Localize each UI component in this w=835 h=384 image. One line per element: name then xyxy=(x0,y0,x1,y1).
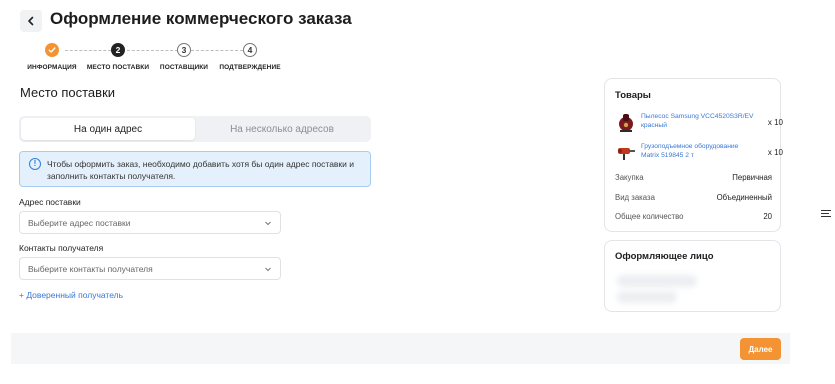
delivery-tabs: На один адрес На несколько адресов xyxy=(19,116,371,142)
detail-key: Вид заказа xyxy=(615,193,655,202)
tab-multiple-addresses[interactable]: На несколько адресов xyxy=(195,118,369,140)
tab-single-address[interactable]: На один адрес xyxy=(21,118,195,140)
footer-bar xyxy=(11,333,790,364)
detail-key: Общее количество xyxy=(615,212,684,221)
step-number: 3 xyxy=(177,43,191,57)
step-label: ПОДТВЕРЖДЕНИЕ xyxy=(219,64,281,71)
blurred-text xyxy=(617,275,697,287)
next-button[interactable]: Далее xyxy=(740,338,781,360)
contacts-select[interactable]: Выберите контакты получателя xyxy=(19,257,281,280)
chevron-down-icon xyxy=(265,221,271,225)
detail-value: Объединенный xyxy=(716,193,772,202)
section-title: Место поставки xyxy=(20,85,116,100)
product-name-line: Matrix 519845 2 т xyxy=(641,151,694,159)
detail-row: Закупка Первичная xyxy=(615,173,772,182)
step-number: 2 xyxy=(111,43,125,57)
add-trusted-recipient-link[interactable]: + Доверенный получатель xyxy=(19,290,123,300)
info-text-line2: заполнить контакты получателя. xyxy=(47,171,176,181)
info-icon: ! xyxy=(29,158,41,170)
goods-card: Товары Пылесос Samsung VCC4520S3R/EV кра… xyxy=(604,78,783,232)
product-name-line: Грузоподъемное оборудование xyxy=(641,143,739,150)
product-name[interactable]: Пылесос Samsung VCC4520S3R/EV красный xyxy=(641,113,756,130)
stepper: ИНФОРМАЦИЯ 2 МЕСТО ПОСТАВКИ 3 ПОСТАВЩИКИ… xyxy=(20,43,290,73)
product-item: Грузоподъемное оборудование Matrix 51984… xyxy=(615,141,783,163)
detail-value: 20 xyxy=(763,212,772,221)
issuer-title: Оформляющее лицо xyxy=(615,251,714,262)
detail-value: Первичная xyxy=(732,173,772,182)
detail-row: Общее количество 20 xyxy=(615,212,772,221)
info-text-line1: Чтобы оформить заказ, необходимо добавит… xyxy=(47,159,355,169)
product-item: Пылесос Samsung VCC4520S3R/EV красный x … xyxy=(615,111,783,133)
issuer-card: Оформляющее лицо xyxy=(604,240,781,312)
product-name-line: Пылесос Samsung VCC4520S3R/EV xyxy=(641,113,754,120)
step-confirmation[interactable]: 4 ПОДТВЕРЖДЕНИЕ xyxy=(210,43,290,71)
contacts-placeholder: Выберите контакты получателя xyxy=(28,263,153,274)
chevron-down-icon xyxy=(265,267,271,271)
product-qty: x 10 xyxy=(767,148,783,157)
contacts-label: Контакты получателя xyxy=(19,243,104,253)
back-arrow-icon xyxy=(28,16,34,26)
step-done-circle xyxy=(45,43,59,57)
step-number: 4 xyxy=(243,43,257,57)
address-select[interactable]: Выберите адрес поставки xyxy=(19,211,281,234)
product-name[interactable]: Грузоподъемное оборудование Matrix 51984… xyxy=(641,143,756,160)
product-name-line: красный xyxy=(641,121,667,129)
goods-title: Товары xyxy=(615,90,651,101)
page-title: Оформление коммерческого заказа xyxy=(50,9,352,28)
check-icon xyxy=(48,47,56,53)
blurred-text xyxy=(617,291,677,303)
address-placeholder: Выберите адрес поставки xyxy=(28,217,131,228)
address-label: Адрес поставки xyxy=(19,197,81,207)
back-button[interactable] xyxy=(20,10,42,32)
hoist-icon xyxy=(618,148,635,160)
product-qty: x 10 xyxy=(767,118,783,127)
menu-icon[interactable] xyxy=(821,210,831,218)
vacuum-icon xyxy=(619,114,633,132)
info-notice: ! Чтобы оформить заказ, необходимо добав… xyxy=(19,151,371,187)
detail-key: Закупка xyxy=(615,173,644,182)
detail-row: Вид заказа Объединенный xyxy=(615,193,772,202)
